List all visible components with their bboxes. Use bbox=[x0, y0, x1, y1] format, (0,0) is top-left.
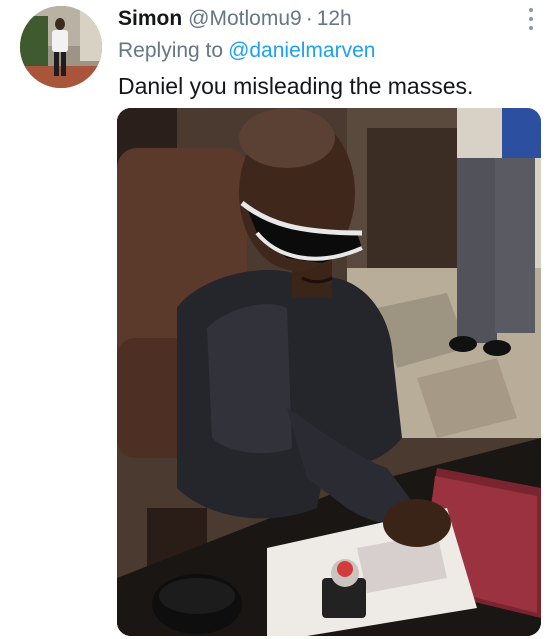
more-dot bbox=[529, 17, 533, 21]
reply-handle-link[interactable]: @danielmarven bbox=[228, 39, 375, 62]
avatar-photo bbox=[20, 6, 102, 88]
user-handle[interactable]: @Motlomu9 bbox=[188, 6, 302, 32]
more-options-icon[interactable] bbox=[522, 8, 540, 30]
tweet-text: Daniel you misleading the masses. bbox=[118, 73, 474, 99]
more-dot bbox=[529, 26, 533, 30]
reply-context: Replying to @danielmarven bbox=[118, 38, 375, 64]
avatar[interactable] bbox=[20, 6, 102, 88]
tweet-card: Simon @Motlomu9 · 12h Replying to @daniel… bbox=[0, 0, 560, 639]
display-name[interactable]: Simon bbox=[118, 6, 182, 32]
timestamp[interactable]: 12h bbox=[317, 6, 352, 32]
tweet-header: Simon @Motlomu9 · 12h bbox=[118, 6, 520, 32]
photo-illustration bbox=[117, 108, 541, 636]
tweet-media-photo[interactable] bbox=[117, 108, 541, 636]
separator-dot: · bbox=[305, 7, 313, 30]
reply-prefix: Replying to bbox=[118, 39, 224, 62]
more-dot bbox=[529, 8, 533, 12]
